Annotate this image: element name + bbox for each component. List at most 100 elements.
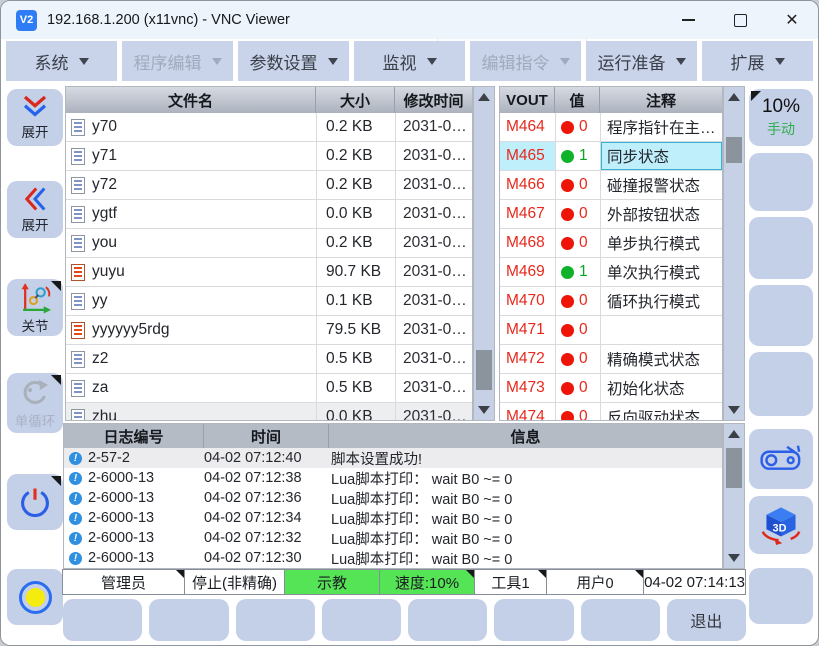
status-chip[interactable]: 工具1: [474, 569, 547, 595]
info-icon: [69, 552, 82, 565]
file-row[interactable]: yuyu 90.7 KB 2031-0…: [66, 258, 472, 287]
record-button[interactable]: [7, 569, 63, 625]
menu-item[interactable]: 参数设置: [238, 41, 349, 81]
right-button-3[interactable]: [749, 217, 813, 279]
right-button-8[interactable]: [749, 568, 813, 624]
scroll-down-icon[interactable]: [724, 550, 744, 566]
minimize-button[interactable]: [662, 1, 714, 39]
scrollbar-thumb[interactable]: [726, 137, 742, 163]
file-row[interactable]: yyyyyy5rdg 79.5 KB 2031-0…: [66, 316, 472, 345]
bottom-button-1[interactable]: [63, 599, 142, 641]
scroll-up-icon[interactable]: [724, 89, 744, 105]
status-chip[interactable]: 示教: [284, 569, 380, 595]
vout-row[interactable]: M472 0 精确模式状态: [500, 345, 722, 374]
file-name-cell: y71: [66, 142, 316, 170]
expand-left-button[interactable]: 展开: [7, 181, 63, 238]
file-row[interactable]: y70 0.2 KB 2031-0…: [66, 113, 472, 142]
right-button-2[interactable]: [749, 153, 813, 211]
bottom-button-3[interactable]: [236, 599, 315, 641]
bottom-button-2[interactable]: [149, 599, 228, 641]
status-chip[interactable]: 管理员: [62, 569, 185, 595]
scrollbar-thumb[interactable]: [476, 350, 492, 390]
file-row[interactable]: zhu 0.0 KB 2031-0…: [66, 403, 472, 421]
vout-row[interactable]: M469 1 单次执行模式: [500, 258, 722, 287]
file-table-body: y70 0.2 KB 2031-0… y71 0.2 KB 2031-0…: [66, 113, 472, 421]
file-name-header: 文件名: [66, 87, 316, 113]
file-row[interactable]: y71 0.2 KB 2031-0…: [66, 142, 472, 171]
log-message-cell: Lua脚本打印： wait B0 ~= 0: [329, 508, 722, 529]
log-time-header: 时间: [204, 424, 329, 448]
exit-button[interactable]: 退出: [667, 599, 746, 641]
log-row[interactable]: 2-6000-13 04-02 07:12:34 Lua脚本打印： wait B…: [64, 508, 722, 528]
bottom-button-6[interactable]: [494, 599, 573, 641]
log-row[interactable]: 2-6000-13 04-02 07:12:38 Lua脚本打印： wait B…: [64, 468, 722, 488]
close-button[interactable]: [766, 1, 818, 39]
vout-row[interactable]: M470 0 循环执行模式: [500, 287, 722, 316]
vout-row[interactable]: M464 0 程序指针在主…: [500, 113, 722, 142]
maximize-button[interactable]: [714, 1, 766, 39]
scroll-up-icon[interactable]: [724, 426, 744, 442]
expand-down-button[interactable]: 展开: [7, 89, 63, 146]
single-loop-button[interactable]: 单循环: [7, 373, 63, 433]
vout-table-header: VOUT 值 注释: [500, 87, 722, 113]
right-button-4[interactable]: [749, 285, 813, 346]
file-name: you: [92, 234, 117, 252]
status-chip[interactable]: 04-02 07:14:13: [643, 569, 746, 595]
pendant-control-button[interactable]: [749, 429, 813, 489]
vout-comment-cell: 碰撞报警状态: [600, 171, 722, 199]
bottom-button-4[interactable]: [322, 599, 401, 641]
vout-row[interactable]: M471 0: [500, 316, 722, 345]
log-row[interactable]: 2-6000-13 04-02 07:12:30 Lua脚本打印： wait B…: [64, 548, 722, 568]
view-3d-button[interactable]: 3D: [749, 496, 813, 554]
status-chip[interactable]: 停止(非精确): [184, 569, 285, 595]
power-button[interactable]: [7, 474, 63, 530]
vout-row[interactable]: M467 0 外部按钮状态: [500, 200, 722, 229]
file-doc-icon: [71, 293, 85, 310]
file-doc-icon: [71, 380, 85, 397]
menu-item[interactable]: 程序编辑: [122, 41, 233, 81]
file-size-cell: 79.5 KB: [316, 316, 395, 344]
status-chip[interactable]: 用户0: [546, 569, 644, 595]
bottom-button-5[interactable]: [408, 599, 487, 641]
vout-row[interactable]: M474 0 反向驱动状态: [500, 403, 722, 421]
joint-mode-button[interactable]: 关节: [7, 279, 63, 336]
log-time-cell: 04-02 07:12:36: [204, 490, 329, 506]
file-row[interactable]: za 0.5 KB 2031-0…: [66, 374, 472, 403]
menu-item[interactable]: 监视: [354, 41, 465, 81]
log-row[interactable]: 2-6000-13 04-02 07:12:36 Lua脚本打印： wait B…: [64, 488, 722, 508]
speed-mode-button[interactable]: 10% 手动: [749, 89, 813, 146]
scroll-down-icon[interactable]: [724, 402, 744, 418]
scrollbar-thumb[interactable]: [726, 448, 742, 488]
vout-row[interactable]: M468 0 单步执行模式: [500, 229, 722, 258]
vout-value-cell: 0: [555, 287, 600, 315]
log-row[interactable]: 2-6000-13 04-02 07:12:32 Lua脚本打印： wait B…: [64, 528, 722, 548]
log-message-cell: Lua脚本打印： wait B0 ~= 0: [329, 488, 722, 509]
file-row[interactable]: you 0.2 KB 2031-0…: [66, 229, 472, 258]
file-modified-cell: 2031-0…: [395, 258, 472, 286]
menu-item[interactable]: 扩展: [702, 41, 813, 81]
menu-item[interactable]: 系统: [6, 41, 117, 81]
file-row[interactable]: y72 0.2 KB 2031-0…: [66, 171, 472, 200]
file-doc-icon: [71, 409, 85, 422]
vout-row[interactable]: M466 0 碰撞报警状态: [500, 171, 722, 200]
vout-value: 0: [579, 234, 588, 252]
vout-value: 0: [579, 379, 588, 397]
state-dot-icon: [561, 353, 574, 366]
file-row[interactable]: ygtf 0.0 KB 2031-0…: [66, 200, 472, 229]
log-id: 2-6000-13: [88, 490, 154, 506]
vout-value-cell: 0: [555, 345, 600, 373]
log-row[interactable]: 2-57-2 04-02 07:12:40 脚本设置成功!: [64, 448, 722, 468]
scroll-down-icon[interactable]: [474, 402, 494, 418]
file-doc-icon: [71, 177, 85, 194]
scroll-up-icon[interactable]: [474, 89, 494, 105]
file-row[interactable]: z2 0.5 KB 2031-0…: [66, 345, 472, 374]
bottom-button-7[interactable]: [581, 599, 660, 641]
vout-row[interactable]: M465 1 同步状态: [500, 142, 722, 171]
file-row[interactable]: yy 0.1 KB 2031-0…: [66, 287, 472, 316]
right-button-5[interactable]: [749, 352, 813, 416]
menu-item[interactable]: 运行准备: [586, 41, 697, 81]
vout-row[interactable]: M473 0 初始化状态: [500, 374, 722, 403]
vout-comment-cell: [600, 316, 722, 344]
menu-item[interactable]: 编辑指令: [470, 41, 581, 81]
status-chip[interactable]: 速度:10%: [379, 569, 475, 595]
